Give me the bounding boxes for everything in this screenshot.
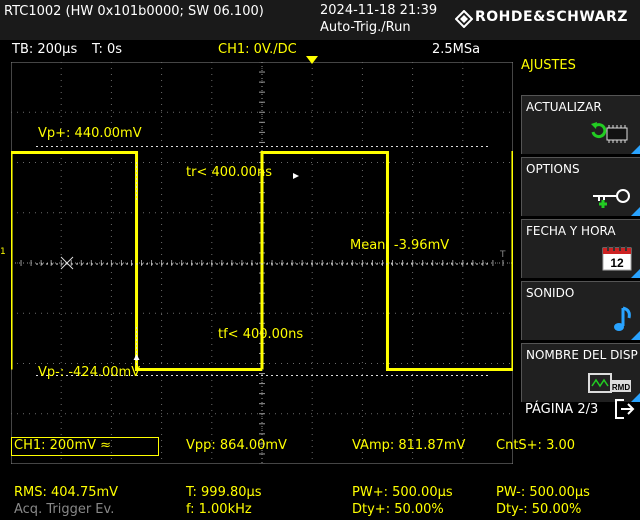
channel-1-scale-value: CH1: 200mV <box>14 438 97 453</box>
channel-1-scale: CH1: 200mV ≈ <box>14 438 111 453</box>
options-button[interactable]: OPTIONS <box>521 157 640 216</box>
dty-minus-readout: Dty-: 50.00% <box>496 502 582 517</box>
channel-ground-marker[interactable]: 1 <box>0 247 6 257</box>
device-name-label: NOMBRE DEL DISP <box>526 348 638 362</box>
timebase-readout[interactable]: TB: 200µs <box>12 42 77 57</box>
acquisition-status: Auto-Trig./Run <box>320 20 411 35</box>
device-name-button[interactable]: NOMBRE DEL DISP RMD <box>521 343 640 402</box>
rms-readout: RMS: 404.75mV <box>14 485 119 500</box>
menu-title: AJUSTES <box>521 58 576 73</box>
page-indicator: PÁGINA 2/3 <box>525 402 599 417</box>
update-button[interactable]: ACTUALIZAR <box>521 95 640 154</box>
sample-rate-readout: 2.5MSa <box>432 42 481 57</box>
sound-button[interactable]: SONIDO <box>521 281 640 340</box>
device-info: RTC1002 (HW 0x101b0000; SW 06.100) <box>4 4 264 19</box>
pw-plus-readout: PW+: 500.00µs <box>352 485 453 500</box>
device-name-icon: RMD <box>588 373 631 393</box>
rohde-schwarz-logo-icon <box>455 10 473 28</box>
sound-label: SONIDO <box>526 286 575 300</box>
datetime: 2024-11-18 21:39 <box>320 3 438 18</box>
submenu-indicator <box>631 268 640 278</box>
update-label: ACTUALIZAR <box>526 100 602 114</box>
key-icon <box>593 189 630 208</box>
date-time-label: FECHA Y HORA <box>526 224 616 238</box>
next-page-icon[interactable] <box>612 397 636 421</box>
trigger-level-marker[interactable]: T <box>500 250 506 260</box>
calendar-day: 12 <box>610 256 624 270</box>
channel-readout[interactable]: CH1: 0V./DC <box>218 42 297 57</box>
options-label: OPTIONS <box>526 162 580 176</box>
submenu-indicator <box>631 144 640 154</box>
vp-minus-label: Vp-: -424.00mV <box>38 365 141 380</box>
vp-plus-label: Vp+: 440.00mV <box>38 126 142 141</box>
music-note-icon <box>614 306 631 331</box>
submenu-indicator <box>631 206 640 216</box>
date-time-button[interactable]: FECHA Y HORA 12 <box>521 219 640 278</box>
mean-label: Mean: -3.96mV <box>350 238 450 253</box>
coupling-icon: ≈ <box>100 438 112 453</box>
scope-display[interactable] <box>11 62 513 464</box>
submenu-indicator <box>631 330 640 340</box>
fall-time-label: tf< 400.00ns <box>218 327 304 342</box>
vpp-readout: Vpp: 864.00mV <box>186 438 287 453</box>
dty-plus-readout: Dty+: 50.00% <box>352 502 444 517</box>
frequency-readout: f: 1.00kHz <box>186 502 252 517</box>
cnts-readout: CntS+: 3.00 <box>496 438 576 453</box>
vamp-readout: VAmp: 811.87mV <box>352 438 466 453</box>
channel-marker-label: 1 <box>0 247 6 257</box>
calendar-icon: 12 <box>602 246 632 271</box>
rise-time-label: tr< 400.00ns <box>186 165 272 180</box>
device-name-badge: RMD <box>612 383 630 392</box>
period-readout: T: 999.80µs <box>186 485 262 500</box>
brand-name: ROHDE&SCHWARZ <box>475 9 628 25</box>
pw-minus-readout: PW-: 500.00µs <box>496 485 590 500</box>
acquisition-mode: Acq. Trigger Ev. <box>14 502 115 517</box>
trigger-position-marker[interactable] <box>306 56 318 64</box>
update-chip-icon <box>591 122 628 143</box>
trigger-marker-label: T <box>500 250 506 260</box>
trigger-time-readout[interactable]: T: 0s <box>92 42 122 57</box>
